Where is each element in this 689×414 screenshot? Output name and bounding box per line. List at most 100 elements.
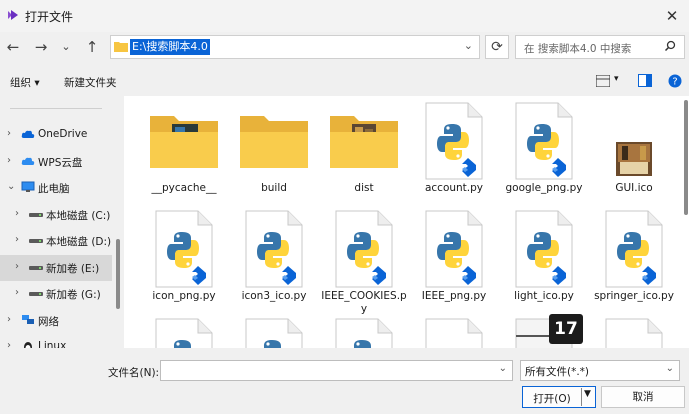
sidebar-item[interactable]: › OneDrive — [0, 122, 112, 148]
file-item[interactable]: dist — [320, 102, 408, 212]
sidebar-item-label: OneDrive — [38, 128, 88, 140]
file-item[interactable] — [140, 318, 228, 348]
drive-icon — [29, 287, 43, 299]
file-item[interactable] — [230, 318, 318, 348]
expand-chevron-icon[interactable]: › — [7, 155, 11, 166]
expand-chevron-icon[interactable]: › — [15, 234, 19, 245]
sidebar-item-label: 新加卷 (E:) — [46, 262, 100, 275]
open-button[interactable]: 打开(O) ▼ — [522, 386, 596, 408]
content-scrollbar[interactable] — [684, 100, 688, 215]
file-name: dist — [354, 182, 374, 194]
file-name: account.py — [424, 182, 484, 194]
file-item[interactable] — [320, 318, 408, 348]
view-menu-chevron-icon[interactable]: ▾ — [614, 74, 619, 84]
forward-icon[interactable]: → — [31, 37, 51, 57]
expand-chevron-icon[interactable]: › — [7, 314, 11, 325]
expand-chevron-icon[interactable]: ⌄ — [7, 181, 15, 192]
sidebar-item-label: 此电脑 — [38, 183, 70, 195]
python-file-icon — [244, 318, 304, 348]
network-icon — [21, 314, 35, 326]
python-file-icon — [424, 102, 484, 183]
sidebar-item[interactable]: › 本地磁盘 (D:) — [0, 228, 112, 254]
file-item[interactable]: icon3_ico.py — [230, 210, 318, 320]
title-bar: 打开文件 ✕ — [0, 0, 689, 32]
chevron-down-icon[interactable]: ⌄ — [464, 39, 473, 52]
file-item[interactable]: springer_ico.py — [590, 210, 678, 320]
drive-icon — [29, 261, 43, 273]
recent-chevron-icon[interactable]: ⌄ — [56, 37, 76, 57]
folder-icon — [114, 42, 128, 52]
back-icon[interactable]: ← — [3, 37, 23, 57]
file-item[interactable] — [590, 318, 678, 348]
preview-pane-icon[interactable] — [638, 74, 652, 87]
file-item[interactable]: IEEE_png.py — [410, 210, 498, 320]
file-item[interactable]: google_png.py — [500, 102, 588, 212]
file-name: icon3_ico.py — [241, 290, 307, 302]
cloud-icon — [21, 128, 35, 140]
close-icon[interactable]: ✕ — [661, 5, 683, 27]
window-title: 打开文件 — [25, 10, 74, 24]
sidebar-item-label: Linux — [38, 340, 67, 348]
drive-icon — [29, 234, 43, 246]
file-item[interactable]: icon_png.py — [140, 210, 228, 320]
up-icon[interactable]: ↑ — [82, 37, 102, 57]
cancel-button[interactable]: 取消 — [601, 386, 685, 408]
address-bar[interactable]: E:\搜索脚本4.0 ⌄ — [110, 35, 480, 59]
file-item[interactable] — [410, 318, 498, 348]
file-item[interactable]: GUI.ico — [590, 102, 678, 212]
sidebar-item-label: 网络 — [38, 315, 59, 328]
search-placeholder: 在 搜索脚本4.0 中搜索 — [524, 43, 632, 55]
sidebar-item-label: WPS云盘 — [38, 156, 83, 169]
sidebar-item[interactable]: › 本地磁盘 (C:) — [0, 202, 112, 228]
address-path[interactable]: E:\搜索脚本4.0 — [130, 39, 210, 55]
expand-chevron-icon[interactable]: › — [7, 340, 11, 348]
refresh-button[interactable]: ⟳ — [485, 35, 509, 59]
file-list-view: __pycache__ build dist account.py google_png… — [124, 96, 689, 348]
overlay-badge: 17 — [549, 314, 583, 344]
file-item[interactable]: light_ico.py — [500, 210, 588, 320]
search-input[interactable]: 在 搜索脚本4.0 中搜索 — [515, 35, 685, 59]
navigation-pane: › OneDrive › WPS云盘 ⌄ 此电脑 › 本地磁盘 (C:) › 本地磁盘 (D:) ›… — [0, 96, 124, 348]
sidebar-item[interactable]: ⌄ 此电脑 — [0, 175, 112, 201]
file-name: IEEE_COOKIES.py — [321, 290, 407, 315]
sidebar-item[interactable]: › 新加卷 (G:) — [0, 281, 112, 307]
sidebar-item-label: 新加卷 (G:) — [46, 289, 101, 301]
sidebar-item[interactable]: › WPS云盘 — [0, 149, 112, 175]
file-item[interactable]: account.py — [410, 102, 498, 212]
command-bar: 组织 ▾ 新建文件夹 ▾ ? — [0, 66, 689, 96]
chevron-down-icon[interactable]: ⌄ — [666, 363, 674, 374]
view-icon[interactable] — [596, 75, 610, 87]
organize-menu[interactable]: 组织 ▾ — [10, 75, 40, 90]
sidebar-item[interactable]: › 新加卷 (E:) — [0, 254, 112, 281]
python-file-icon — [244, 210, 304, 291]
open-dropdown-icon[interactable]: ▼ — [584, 389, 591, 399]
file-name: IEEE_png.py — [421, 290, 487, 302]
sidebar-scrollbar[interactable] — [116, 239, 120, 309]
file-item[interactable]: __pycache__ — [140, 102, 228, 212]
filetype-select[interactable]: 所有文件(*.*) ⌄ — [520, 360, 680, 381]
dialog-footer: 文件名(N): ⌄ 所有文件(*.*) ⌄ 打开(O) ▼ 取消 — [0, 348, 689, 414]
sidebar-item[interactable]: › Linux — [0, 334, 112, 348]
expand-chevron-icon[interactable]: › — [15, 261, 19, 272]
filename-input[interactable]: ⌄ — [160, 360, 513, 381]
file-item[interactable]: IEEE_COOKIES.py — [320, 210, 408, 320]
file-name: light_ico.py — [514, 290, 574, 302]
python-file-icon — [604, 210, 664, 291]
chevron-down-icon[interactable]: ⌄ — [499, 363, 507, 374]
filename-label: 文件名(N): — [108, 367, 160, 379]
python-file-icon — [334, 318, 394, 348]
file-name: __pycache__ — [151, 182, 217, 194]
file-item[interactable]: build — [230, 102, 318, 212]
expand-chevron-icon[interactable]: › — [7, 128, 11, 139]
drive-icon — [29, 208, 43, 220]
expand-chevron-icon[interactable]: › — [15, 208, 19, 219]
expand-chevron-icon[interactable]: › — [15, 287, 19, 298]
svg-text:?: ? — [672, 77, 677, 88]
linux-icon — [21, 340, 35, 348]
help-icon[interactable]: ? — [668, 74, 682, 88]
python-file-icon — [424, 210, 484, 291]
python-file-icon — [334, 210, 394, 291]
new-folder-button[interactable]: 新建文件夹 — [64, 75, 117, 90]
sidebar-item[interactable]: › 网络 — [0, 308, 112, 334]
computer-icon — [21, 181, 35, 193]
